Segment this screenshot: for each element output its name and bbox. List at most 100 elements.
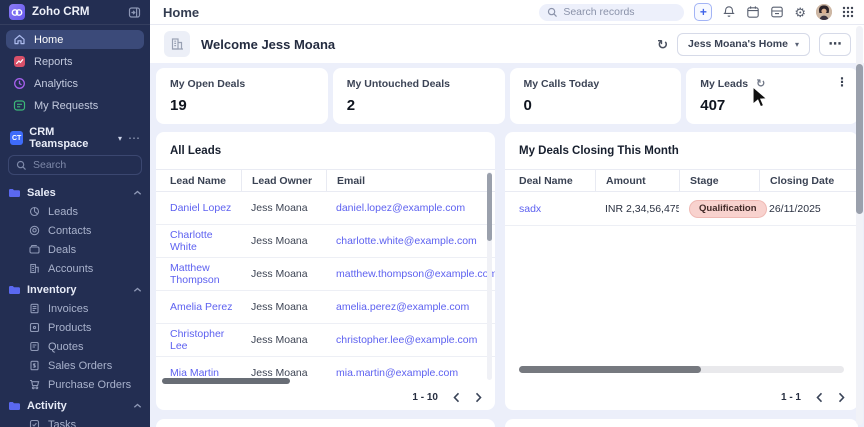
teamspace-more-icon[interactable]: ⋯ [128,133,140,143]
sidebar-item-label: Reports [34,56,73,68]
lead-name-link[interactable]: Daniel Lopez [156,202,241,214]
welcome-more-button[interactable]: ⋯ [819,33,851,56]
settings-gear-icon[interactable]: ⚙ [794,6,806,19]
tree-section-inventory[interactable]: Inventory [8,280,142,299]
home-dashboard-label: Jess Moana's Home [688,38,788,50]
kpi-value: 0 [524,97,668,114]
table-row: sadx INR 2,34,56,475 Qualification 26/11… [505,192,858,226]
deal-amount: INR 2,34,56,475 [595,203,679,215]
sidebar-item-contacts[interactable]: Contacts [8,221,142,240]
vertical-scrollbar [487,172,492,380]
lead-name-link[interactable]: Matthew Thompson [156,262,241,286]
building-icon [164,31,190,57]
top-bar: Home + ⚙ [150,0,864,25]
teamspace-badge: CT [10,131,23,145]
refresh-icon[interactable]: ↻ [657,38,668,51]
contacts-icon [29,225,40,236]
lead-email-link[interactable]: amelia.perez@example.com [326,301,495,313]
next-page-icon[interactable] [838,392,845,403]
sidebar-item-accounts[interactable]: Accounts [8,259,142,278]
sidebar-item-invoices[interactable]: Invoices [8,299,142,318]
column-header[interactable]: Lead Owner [241,170,326,191]
scrollbar-thumb[interactable] [856,64,863,214]
my-requests-icon [13,99,26,112]
table-row: Christopher Lee Jess Moana christopher.l… [156,324,495,357]
collapse-sidebar-icon[interactable] [128,6,141,19]
sidebar-item-label: Accounts [48,263,93,275]
sidebar-item-label: Quotes [48,341,83,353]
sidebar-item-label: Invoices [48,303,88,315]
kpi-row: My Open Deals 19 My Untouched Deals 2 My… [150,63,864,124]
prev-page-icon[interactable] [453,392,460,403]
lead-email-link[interactable]: matthew.thompson@example.com [326,268,495,280]
home-dashboard-selector[interactable]: Jess Moana's Home ▾ [677,33,810,56]
refresh-icon[interactable]: ↻ [756,79,765,90]
sidebar-item-reports[interactable]: Reports [6,52,144,71]
sidebar-search-input[interactable] [33,159,134,171]
kpi-card-open-deals[interactable]: My Open Deals 19 [156,68,328,124]
column-header[interactable]: Lead Name [156,170,241,191]
sidebar-item-label: Tasks [48,419,76,427]
table-row: Daniel Lopez Jess Moana daniel.lopez@exa… [156,192,495,225]
scrollbar-thumb[interactable] [487,173,492,241]
kpi-card-calls-today[interactable]: My Calls Today 0 [510,68,682,124]
sidebar-item-leads[interactable]: Leads [8,202,142,221]
sidebar-item-label: Products [48,322,91,334]
next-page-icon[interactable] [475,392,482,403]
calendar-icon[interactable] [746,5,760,19]
teamspace-selector[interactable]: CT CRM Teamspace ▾ ⋯ [0,129,150,147]
sidebar-item-deals[interactable]: Deals [8,240,142,259]
sidebar-item-analytics[interactable]: Analytics [6,74,144,93]
kpi-card-my-leads[interactable]: My Leads ↻ 407 ⋮ [686,68,858,124]
column-header[interactable]: Deal Name [505,170,595,191]
notifications-bell-icon[interactable] [722,5,736,19]
tree-section-sales[interactable]: Sales [8,183,142,202]
column-header[interactable]: Stage [679,170,759,191]
column-header[interactable]: Amount [595,170,679,191]
sidebar-item-label: Analytics [34,78,78,90]
lead-email-link[interactable]: daniel.lopez@example.com [326,202,495,214]
sidebar-item-quotes[interactable]: Quotes [8,337,142,356]
analytics-icon [13,77,26,90]
deal-name-link[interactable]: sadx [505,203,595,215]
kpi-value: 2 [347,97,491,114]
sidebar-item-home[interactable]: Home [6,30,144,49]
lead-name-link[interactable]: Mia Martin [156,367,241,378]
inbox-icon[interactable] [770,5,784,19]
sidebar-item-sales-orders[interactable]: Sales Orders [8,356,142,375]
table-header: Deal Name Amount Stage Closing Date [505,169,858,192]
column-header[interactable]: Email [326,170,495,191]
lead-email-link[interactable]: mia.martin@example.com [326,367,495,378]
sidebar-item-label: Home [34,34,63,46]
apps-grid-icon[interactable] [842,6,854,18]
invoices-icon [29,303,40,314]
deals-closing-panel: My Deals Closing This Month Deal Name Am… [505,132,858,410]
lead-owner: Jess Moana [241,202,326,214]
lead-name-link[interactable]: Charlotte White [156,229,241,253]
lead-email-link[interactable]: christopher.lee@example.com [326,334,495,346]
brand-name: Zoho CRM [32,6,121,18]
sidebar-item-products[interactable]: Products [8,318,142,337]
global-search[interactable] [539,4,684,21]
page-title: Home [163,5,199,20]
tree-section-activity[interactable]: Activity [8,396,142,415]
sidebar-item-my-requests[interactable]: My Requests [6,96,144,115]
sidebar-item-label: Sales Orders [48,360,112,372]
lead-name-link[interactable]: Amelia Perez [156,301,241,313]
prev-page-icon[interactable] [816,392,823,403]
sidebar-item-purchase-orders[interactable]: Purchase Orders [8,375,142,394]
lead-email-link[interactable]: charlotte.white@example.com [326,235,495,247]
scrollbar-thumb[interactable] [519,366,701,373]
column-header[interactable]: Closing Date [759,170,858,191]
kpi-card-untouched-deals[interactable]: My Untouched Deals 2 [333,68,505,124]
stage-badge: Qualification [689,200,767,218]
kebab-menu-icon[interactable]: ⋮ [836,75,848,89]
quick-create-button[interactable]: + [694,3,712,21]
user-avatar[interactable] [816,4,832,20]
horizontal-scrollbar-thumb[interactable] [162,378,290,384]
lead-name-link[interactable]: Christopher Lee [156,328,241,352]
sidebar-item-tasks[interactable]: Tasks [8,415,142,427]
global-search-input[interactable] [563,6,676,18]
sidebar-search[interactable] [8,155,142,175]
leads-icon [29,206,40,217]
